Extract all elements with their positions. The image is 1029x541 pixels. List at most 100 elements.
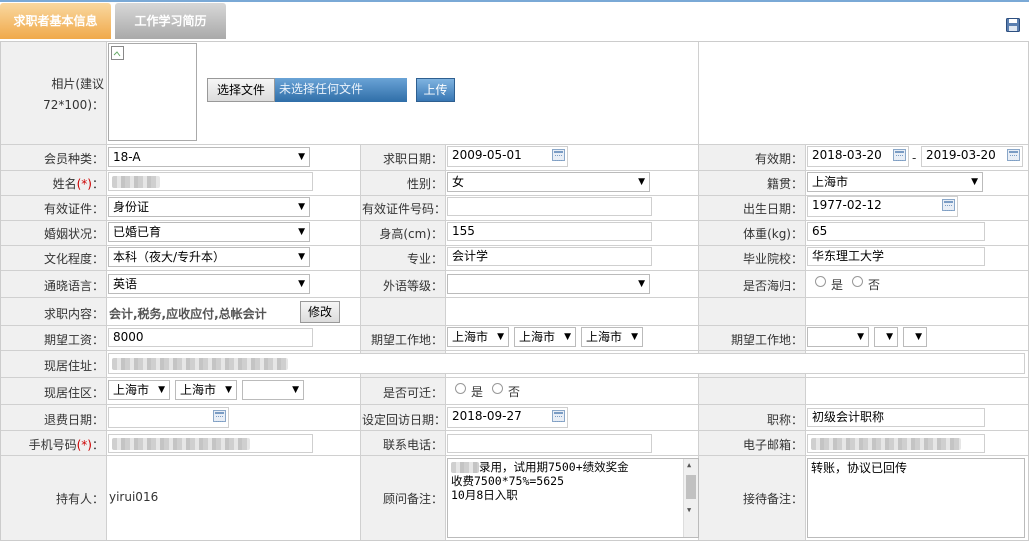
work-place-2-label: 期望工作地： — [730, 333, 803, 347]
reception-note-textarea[interactable]: 转账，协议已回传 — [807, 458, 1025, 538]
visit-date-label: 设定回访日期： — [362, 413, 447, 427]
returnee-no-label: 否 — [868, 278, 881, 292]
visit-date-input[interactable]: 2018-09-27 — [447, 407, 568, 428]
returnee-no-radio[interactable] — [852, 276, 863, 287]
returnee-yes-label: 是 — [831, 278, 844, 292]
birth-date-label: 出生日期： — [742, 202, 803, 216]
work-place-city-select[interactable]: 上海市 ▼ — [514, 327, 576, 347]
weight-label: 体重(kg)： — [743, 227, 803, 241]
valid-from-input[interactable]: 2018-03-20 — [807, 146, 909, 167]
major-input[interactable]: 会计学 — [447, 247, 652, 266]
name-label: 姓名(*)： — [52, 177, 104, 191]
language-label: 通晓语言： — [43, 279, 104, 293]
work-place-2-province-select[interactable]: ▼ — [807, 327, 869, 347]
work-place-province-select[interactable]: 上海市 ▼ — [447, 327, 509, 347]
no-file-chosen-label: 未选择任何文件 — [275, 78, 407, 102]
redacted-address — [112, 358, 288, 370]
address-input[interactable] — [108, 353, 1025, 374]
calendar-icon[interactable] — [1007, 149, 1020, 161]
owner-value: yirui016 — [109, 490, 159, 504]
district-city-select[interactable]: 上海市 ▼ — [175, 380, 237, 400]
id-type-select[interactable]: 身份证 ▼ — [108, 197, 310, 217]
work-place-label: 期望工作地： — [370, 333, 443, 347]
advisor-note-label: 顾问备注： — [382, 492, 443, 506]
valid-to-input[interactable]: 2019-03-20 — [921, 146, 1023, 167]
calendar-icon[interactable] — [893, 149, 906, 161]
relocate-yes-label: 是 — [471, 385, 484, 399]
photo-label-line1: 相片(建议 — [51, 77, 104, 91]
tab-basic-info[interactable]: 求职者基本信息 — [0, 3, 111, 39]
member-type-select[interactable]: 18-A ▼ — [108, 147, 310, 167]
scrollbar-thumb[interactable] — [686, 475, 696, 499]
member-type-label: 会员种类： — [43, 152, 104, 166]
relocate-yes-radio[interactable] — [455, 383, 466, 394]
top-border — [0, 0, 1029, 2]
relocate-no-label: 否 — [508, 385, 521, 399]
tab-work-study-resume[interactable]: 工作学习简历 — [115, 3, 226, 39]
major-label: 专业： — [406, 252, 443, 266]
redacted-mobile — [112, 438, 250, 450]
work-place-district-select[interactable]: 上海市 ▼ — [581, 327, 643, 347]
school-input[interactable]: 华东理工大学 — [807, 247, 985, 266]
relocate-no-radio[interactable] — [492, 383, 503, 394]
job-content-label: 求职内容： — [43, 307, 104, 321]
salary-label: 期望工资： — [43, 333, 104, 347]
photo-preview — [108, 43, 197, 141]
native-place-select[interactable]: 上海市 ▼ — [807, 172, 983, 192]
choose-file-button[interactable]: 选择文件 — [207, 78, 275, 102]
native-place-label: 籍贯： — [766, 177, 803, 191]
textarea-scrollbar[interactable]: ▲ ▼ — [683, 459, 698, 537]
broken-image-icon — [111, 46, 124, 60]
salary-input[interactable]: 8000 — [108, 328, 313, 347]
school-label: 毕业院校： — [742, 252, 803, 266]
phone-input[interactable] — [447, 434, 652, 453]
gender-label: 性别： — [406, 177, 443, 191]
save-icon[interactable] — [1006, 18, 1020, 32]
work-place-2-city-select[interactable]: ▼ — [874, 327, 898, 347]
education-select[interactable]: 本科（夜大/专升本） ▼ — [108, 247, 310, 267]
returnee-label: 是否海归： — [742, 279, 803, 293]
advisor-note-textarea[interactable]: 录用，试用期7500+绩效奖金 收费7500*75%=5625 10月8日入职 … — [447, 458, 699, 538]
marital-select[interactable]: 已婚已育 ▼ — [108, 222, 310, 242]
job-content-value: 会计,税务,应收应付,总帐会计 — [109, 307, 267, 321]
foreign-level-select[interactable]: ▼ — [447, 274, 650, 294]
calendar-icon[interactable] — [942, 199, 955, 211]
apply-date-input[interactable]: 2009-05-01 — [447, 146, 568, 167]
foreign-level-label: 外语等级： — [382, 279, 443, 293]
job-title-input[interactable]: 初级会计职称 — [807, 408, 985, 427]
education-label: 文化程度： — [43, 252, 104, 266]
district-province-select[interactable]: 上海市 ▼ — [108, 380, 170, 400]
district-area-select[interactable]: ▼ — [242, 380, 304, 400]
upload-button[interactable]: 上传 — [416, 78, 455, 102]
address-label: 现居住址： — [43, 359, 104, 373]
work-place-2-district-select[interactable]: ▼ — [903, 327, 927, 347]
id-type-label: 有效证件： — [43, 202, 104, 216]
refund-date-input[interactable] — [108, 407, 229, 428]
id-number-label: 有效证件号码： — [362, 202, 447, 216]
marital-label: 婚姻状况： — [43, 227, 104, 241]
mobile-input[interactable] — [108, 434, 313, 453]
mobile-label: 手机号码(*)： — [28, 438, 104, 452]
language-select[interactable]: 英语 ▼ — [108, 274, 310, 294]
id-number-input[interactable] — [447, 197, 652, 216]
height-input[interactable]: 155 — [447, 222, 652, 241]
email-input[interactable] — [807, 434, 985, 453]
district-label: 现居住区： — [43, 386, 104, 400]
valid-period-label: 有效期： — [754, 152, 803, 166]
name-input[interactable] — [108, 172, 313, 191]
file-picker[interactable]: 选择文件 未选择任何文件 — [207, 78, 407, 103]
refund-date-label: 退费日期： — [43, 413, 104, 427]
phone-label: 联系电话： — [382, 438, 443, 452]
gender-select[interactable]: 女 ▼ — [447, 172, 650, 192]
photo-label-line2: 72*100)： — [43, 98, 104, 112]
job-title-label: 职称： — [766, 413, 803, 427]
calendar-icon[interactable] — [213, 410, 226, 422]
weight-input[interactable]: 65 — [807, 222, 985, 241]
calendar-icon[interactable] — [552, 410, 565, 422]
calendar-icon[interactable] — [552, 149, 565, 161]
birth-date-input[interactable]: 1977-02-12 — [807, 196, 958, 217]
redacted-name — [112, 176, 160, 188]
returnee-yes-radio[interactable] — [815, 276, 826, 287]
edit-job-content-button[interactable]: 修改 — [300, 301, 340, 323]
valid-separator: - — [912, 151, 917, 165]
